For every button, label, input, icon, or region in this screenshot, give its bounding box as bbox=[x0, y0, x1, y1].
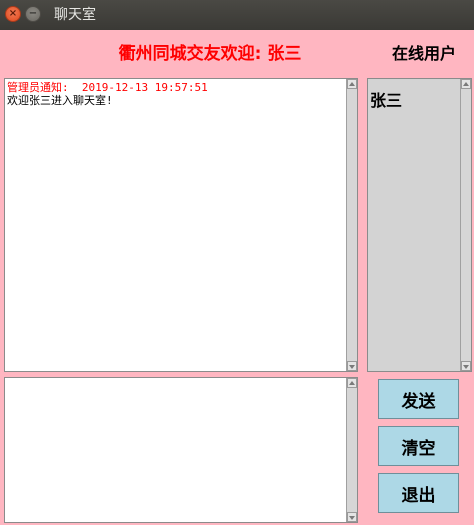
window-titlebar: × − 聊天室 bbox=[0, 0, 474, 30]
message-input[interactable] bbox=[4, 377, 358, 523]
scroll-up-arrow-icon[interactable] bbox=[461, 79, 471, 89]
message-input-scrollbar[interactable] bbox=[346, 378, 357, 522]
window-title: 聊天室 bbox=[54, 7, 96, 23]
welcome-title: 衢州同城交友欢迎: 张三 bbox=[118, 44, 302, 64]
scroll-down-arrow-icon[interactable] bbox=[461, 361, 471, 371]
scroll-up-arrow-icon[interactable] bbox=[347, 79, 357, 89]
online-users-scrollbar[interactable] bbox=[460, 79, 471, 371]
welcome-message: 欢迎张三进入聊天室! bbox=[7, 94, 113, 107]
chat-history[interactable]: 管理员通知: 2019-12-13 19:57:51 欢迎张三进入聊天室! bbox=[4, 78, 358, 372]
scroll-down-arrow-icon[interactable] bbox=[347, 512, 357, 522]
exit-button[interactable]: 退出 bbox=[378, 473, 459, 513]
online-users-list[interactable]: 张三 bbox=[367, 78, 472, 372]
online-users-title: 在线用户 bbox=[392, 44, 457, 63]
send-button[interactable]: 发送 bbox=[378, 379, 459, 419]
window-close-icon[interactable]: × bbox=[5, 6, 21, 22]
chat-history-scrollbar[interactable] bbox=[346, 79, 357, 371]
admin-notice: 管理员通知: 2019-12-13 19:57:51 bbox=[7, 81, 208, 94]
scroll-down-arrow-icon[interactable] bbox=[347, 361, 357, 371]
window-minimize-icon[interactable]: − bbox=[25, 6, 41, 22]
scroll-up-arrow-icon[interactable] bbox=[347, 378, 357, 388]
clear-button[interactable]: 清空 bbox=[378, 426, 459, 466]
online-user-item[interactable]: 张三 bbox=[370, 87, 402, 111]
chat-messages: 管理员通知: 2019-12-13 19:57:51 欢迎张三进入聊天室! bbox=[7, 81, 344, 107]
